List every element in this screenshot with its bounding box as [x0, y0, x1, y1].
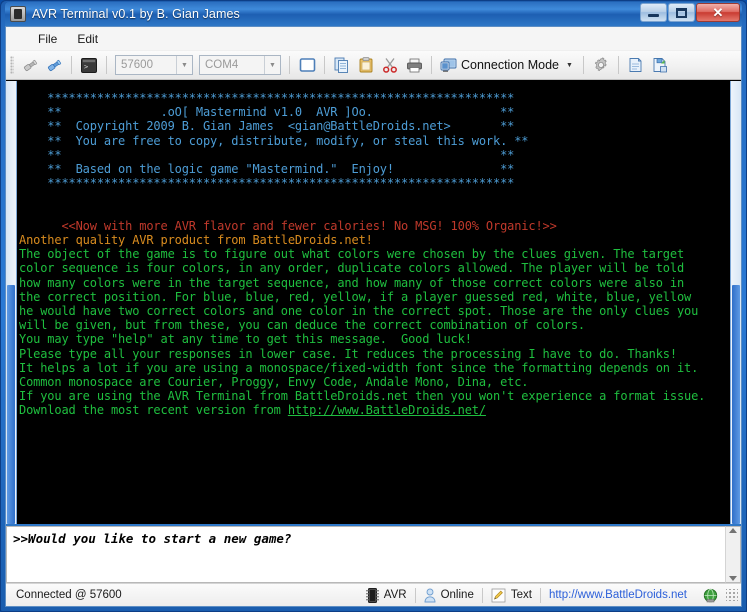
paste-icon[interactable]	[355, 54, 377, 76]
maximize-button[interactable]	[668, 3, 695, 22]
chevron-down-icon: ▼	[565, 61, 573, 69]
status-online-label: Online	[440, 589, 474, 601]
baud-rate-value: 57600	[121, 59, 153, 71]
terminal-line: Another quality AVR product from BattleD…	[19, 233, 373, 248]
connect-plug-icon[interactable]	[19, 54, 41, 76]
terminal-line: ****************************************…	[19, 176, 515, 191]
scrollbar-thumb[interactable]	[732, 284, 740, 524]
application-window: AVR Terminal v0.1 by B. Gian James ✕ Fil…	[0, 0, 747, 612]
print-icon[interactable]	[403, 54, 425, 76]
disconnect-plug-icon[interactable]	[43, 54, 65, 76]
input-scrollbar[interactable]	[725, 526, 741, 583]
chevron-down-icon: ▼	[176, 56, 192, 74]
terminal-output-pane: ****************************************…	[6, 80, 741, 524]
terminal-input-pane: >>Would you like to start a new game?	[6, 524, 741, 583]
status-url[interactable]: http://www.BattleDroids.net	[541, 584, 695, 606]
menu-bar: File Edit	[6, 27, 741, 51]
globe-icon	[703, 588, 718, 602]
toolbar-separator	[71, 56, 72, 74]
terminal-line: The object of the game is to figure out …	[19, 247, 685, 262]
terminal-line: ** .oO[ Mastermind v1.0 AVR ]Oo. **	[19, 105, 515, 120]
status-globe[interactable]	[695, 584, 726, 606]
resize-grip[interactable]	[726, 589, 738, 601]
terminal-line: ** Based on the logic game "Mastermind."…	[19, 162, 515, 177]
scrollbar-thumb[interactable]	[7, 284, 15, 524]
com-port-select[interactable]: COM4 ▼	[199, 55, 281, 75]
terminal-line: If you are using the AVR Terminal from B…	[19, 389, 706, 404]
menu-file[interactable]: File	[28, 29, 67, 49]
status-bar: Connected @ 57600 AVR Online Text http:/…	[6, 583, 741, 606]
save-icon[interactable]	[649, 54, 671, 76]
pencil-icon	[491, 588, 506, 602]
terminal-output: ****************************************…	[17, 81, 730, 524]
toolbar-separator	[431, 56, 432, 74]
terminal-line: You may type "help" at any time to get t…	[19, 332, 472, 347]
maximize-icon	[676, 7, 687, 18]
client-area: File Edit > 57600 ▼ COM4 ▼ Connection Mo…	[5, 26, 742, 607]
status-connection: Connected @ 57600	[6, 584, 130, 606]
terminal-scrollbar-right[interactable]	[730, 81, 741, 524]
chip-icon	[10, 6, 26, 22]
user-icon	[424, 588, 436, 602]
window-title: AVR Terminal v0.1 by B. Gian James	[32, 7, 240, 21]
toolbar-separator	[617, 56, 619, 74]
monitor-icon	[440, 58, 457, 72]
terminal-line: Please type all your responses in lower …	[19, 346, 677, 361]
terminal-input[interactable]: >>Would you like to start a new game?	[6, 526, 725, 583]
chip-icon	[365, 587, 379, 603]
terminal-line: ** You are free to copy, distribute, mod…	[19, 133, 529, 148]
toolbar: > 57600 ▼ COM4 ▼ Connection Mode ▼	[6, 51, 741, 80]
chevron-down-icon: ▼	[264, 56, 280, 74]
status-device-label: AVR	[383, 589, 407, 601]
status-connection-label: Connected @ 57600	[16, 589, 122, 601]
window-controls: ✕	[640, 3, 740, 22]
status-device[interactable]: AVR	[358, 584, 415, 606]
notes-icon[interactable]	[625, 54, 647, 76]
terminal-line: the correct position. For blue, blue, re…	[19, 289, 692, 304]
connection-mode-button[interactable]: Connection Mode ▼	[438, 57, 577, 74]
status-url-link[interactable]: http://www.BattleDroids.net	[549, 589, 687, 601]
scroll-down-icon[interactable]	[729, 576, 737, 581]
terminal-scrollbar-left[interactable]	[6, 81, 17, 524]
terminal-line: ** Copyright 2009 B. Gian James <gian@Ba…	[19, 119, 515, 134]
terminal-line: Common monospace are Courier, Proggy, En…	[19, 375, 529, 390]
copy-icon[interactable]	[331, 54, 353, 76]
terminal-line: will be given, but from these, you can d…	[19, 318, 585, 333]
toolbar-grip[interactable]	[10, 56, 14, 74]
title-bar: AVR Terminal v0.1 by B. Gian James ✕	[5, 2, 742, 26]
cut-icon[interactable]	[379, 54, 401, 76]
terminal-line: It helps a lot if you are using a monosp…	[19, 360, 699, 375]
minimize-icon	[648, 14, 659, 17]
settings-gear-icon[interactable]	[590, 54, 612, 76]
status-mode-label: Text	[510, 589, 532, 601]
toolbar-separator	[324, 56, 325, 74]
close-icon: ✕	[712, 5, 724, 20]
svg-text:>: >	[84, 63, 88, 71]
toolbar-separator	[289, 56, 290, 74]
com-port-value: COM4	[205, 59, 239, 71]
terminal-line: how many colors were in the target seque…	[19, 275, 685, 290]
terminal-line: he would have two correct colors and one…	[19, 304, 699, 319]
scroll-up-icon[interactable]	[729, 528, 737, 533]
close-button[interactable]: ✕	[696, 3, 740, 22]
status-mode[interactable]: Text	[483, 584, 540, 606]
terminal-line: ****************************************…	[19, 91, 515, 105]
toolbar-separator	[106, 56, 107, 74]
status-online[interactable]: Online	[416, 584, 482, 606]
terminal-line: <<Now with more AVR flavor and fewer cal…	[19, 218, 557, 233]
minimize-button[interactable]	[640, 3, 667, 22]
terminal-link[interactable]: http://www.BattleDroids.net/	[288, 403, 486, 417]
terminal-line: ** **	[19, 147, 515, 162]
clear-screen-icon[interactable]	[296, 54, 318, 76]
terminal-line: Download the most recent version from ht…	[19, 403, 486, 418]
terminal-line: color sequence is four colors, in any or…	[19, 261, 685, 276]
console-icon[interactable]: >	[78, 54, 100, 76]
baud-rate-select[interactable]: 57600 ▼	[115, 55, 193, 75]
menu-edit[interactable]: Edit	[67, 29, 108, 49]
connection-mode-label: Connection Mode	[461, 58, 559, 72]
toolbar-separator	[582, 56, 584, 74]
